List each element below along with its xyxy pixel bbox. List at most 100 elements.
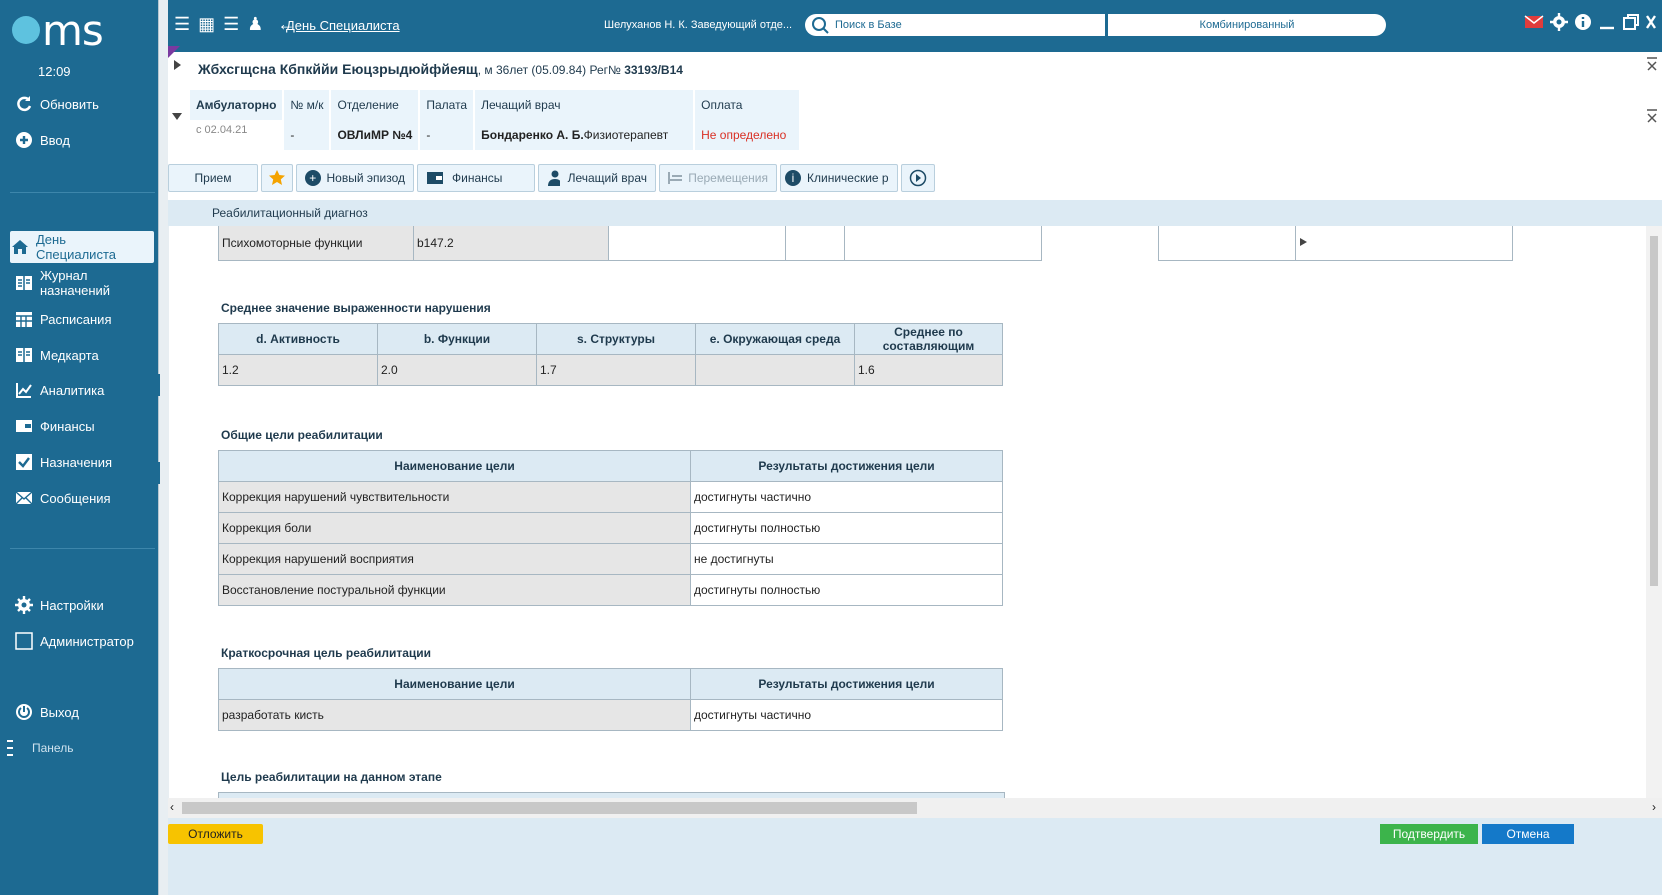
medcard-icon	[14, 345, 34, 365]
finance-icon	[14, 416, 34, 436]
list-icon[interactable]: ☰	[223, 14, 239, 35]
scroll-thumb[interactable]	[1650, 236, 1658, 586]
pin-icon[interactable]	[1646, 56, 1658, 74]
favorite-button[interactable]	[261, 164, 293, 192]
sidebar-item-assignments[interactable]: Назначения	[14, 447, 112, 477]
grid-icon[interactable]: ▦	[198, 14, 215, 35]
general-goals-table: Наименование цели Результаты достижения …	[218, 450, 1003, 606]
table-row: Коррекция нарушений восприятия не достигн…	[218, 543, 1003, 575]
window-controls	[1524, 13, 1656, 31]
footer-bar: Отложить Подтвердить Отмена	[168, 818, 1662, 895]
close-icon[interactable]	[1646, 13, 1656, 31]
star-icon	[269, 170, 285, 185]
mail-icon	[14, 488, 34, 508]
refresh-button[interactable]: Обновить	[14, 89, 99, 119]
new-episode-button[interactable]: + Новый эпизод	[296, 164, 414, 192]
logout-button[interactable]: Выход	[14, 697, 79, 727]
attending-doctor: Бондаренко А. Б.Физиотерапевт	[474, 120, 696, 150]
pin-icon[interactable]	[1646, 108, 1658, 126]
table-row: 1.2 2.0 1.7 1.6	[218, 354, 1003, 386]
expand-triangle-icon[interactable]	[174, 60, 181, 70]
payment-status: Не определено	[694, 120, 802, 150]
postpone-button[interactable]: Отложить	[168, 824, 263, 844]
short-goals-title: Краткосрочная цель реабилитации	[221, 646, 432, 660]
user-icon[interactable]: ♟	[247, 14, 263, 35]
table-row: разработать кисть достигнуты частично	[218, 699, 1003, 731]
vertical-scrollbar[interactable]	[1646, 226, 1662, 798]
finance-icon	[427, 172, 443, 184]
specialist-day-link[interactable]: День Специалиста	[286, 18, 400, 33]
home-icon	[10, 237, 30, 257]
row-expand-cell[interactable]	[1295, 226, 1513, 261]
diagnosis-table: Психомоторные функции b147.2	[218, 226, 1513, 261]
horizontal-scrollbar[interactable]: ‹ ›	[168, 798, 1662, 818]
admin-checkbox[interactable]: Администратор	[14, 626, 134, 656]
sidebar-item-medcard[interactable]: Медкарта	[14, 340, 99, 370]
main-content: Психомоторные функции b147.2 Среднее зна…	[168, 226, 1646, 798]
clock: 12:09	[38, 64, 71, 79]
scroll-left-icon[interactable]: ‹	[170, 800, 174, 814]
settings-button[interactable]: Настройки	[14, 590, 104, 620]
checkbox-empty-icon	[14, 631, 34, 651]
expand-handle[interactable]	[150, 462, 160, 484]
minimize-icon[interactable]	[1598, 13, 1616, 31]
table-row: Коррекция боли достигнуты полностью	[218, 512, 1003, 544]
stage-goal-title: Цель реабилитации на данном этапе	[221, 770, 442, 784]
restore-icon[interactable]	[1622, 13, 1640, 31]
checkbox-icon	[14, 452, 34, 472]
mail-alert-icon[interactable]	[1524, 14, 1544, 30]
scroll-right-icon[interactable]: ›	[1652, 800, 1656, 814]
journal-icon	[14, 273, 34, 293]
avg-title: Среднее значение выраженности нарушения	[221, 301, 491, 315]
sidebar-item-messages[interactable]: Сообщения	[14, 483, 111, 513]
bed-icon	[668, 172, 683, 184]
toolbar: Прием + Новый эпизод Финансы Лечащий врач…	[168, 164, 935, 194]
calendar-icon	[14, 309, 34, 329]
panel-icon	[6, 738, 26, 758]
menu-icon[interactable]: ☰	[174, 14, 190, 35]
plus-circle-icon: +	[305, 170, 321, 186]
mode-label: Амбулаторно	[190, 90, 285, 120]
attending-doctor-button[interactable]: Лечащий врач	[538, 164, 656, 192]
sidebar-item-specialist-day[interactable]: День Специалиста	[10, 231, 154, 263]
collapse-triangle-icon[interactable]	[172, 113, 182, 120]
reception-button[interactable]: Прием	[168, 164, 258, 192]
search-mode-select[interactable]: Комбинированный	[1108, 14, 1386, 36]
info-icon: i	[785, 170, 801, 186]
info-icon[interactable]	[1574, 13, 1592, 31]
cancel-button[interactable]: Отмена	[1482, 824, 1574, 844]
sidebar-item-finance[interactable]: Финансы	[14, 411, 95, 441]
sidebar-item-analytics[interactable]: Аналитика	[14, 375, 104, 405]
table-row: Восстановление постуральной функции дости…	[218, 574, 1003, 606]
short-goals-table: Наименование цели Результаты достижения …	[218, 668, 1003, 731]
search-input[interactable]: Поиск в Базе	[805, 14, 1105, 36]
general-goals-title: Общие цели реабилитации	[221, 428, 383, 442]
panel-button[interactable]: Панель	[7, 733, 73, 763]
input-button[interactable]: Ввод	[14, 125, 70, 155]
current-user: Шелуханов Н. К. Заведующий отде...	[604, 19, 793, 31]
avg-table: d. Активность b. Функции s. Структуры e.…	[218, 323, 1003, 386]
section-header: Реабилитационный диагноз	[168, 200, 1662, 226]
refresh-icon	[14, 94, 34, 114]
movements-button[interactable]: Перемещения	[659, 164, 777, 192]
marker-corner	[168, 46, 180, 58]
doctor-icon	[548, 170, 560, 186]
expand-handle[interactable]	[150, 374, 160, 396]
confirm-button[interactable]: Подтвердить	[1380, 824, 1478, 844]
clinical-button[interactable]: i Клинические р	[780, 164, 898, 192]
sidebar-item-schedules[interactable]: Расписания	[14, 304, 111, 334]
power-icon	[14, 702, 34, 722]
gear-icon[interactable]	[1550, 13, 1568, 31]
patient-info-table: Амбулаторно № м/к Отделение Палата Лечащ…	[190, 90, 802, 150]
patient-name: Жбхсгщсна Кбпкййи Еюцзрыдюйфйеящ, м 36ле…	[198, 61, 683, 77]
play-icon	[1300, 238, 1307, 246]
finances-button[interactable]: Финансы	[417, 164, 535, 192]
sidebar-item-journal[interactable]: Журнал назначений	[14, 267, 120, 299]
table-row: Психомоторные функции b147.2	[218, 226, 1513, 261]
top-icons: ☰ ▦ ☰ ♟ ←	[174, 14, 295, 35]
sidebar: ms 12:09 Обновить Ввод День Специалиста …	[0, 0, 158, 895]
table-row: Коррекция нарушений чувствительности дост…	[218, 481, 1003, 513]
analytics-icon	[14, 380, 34, 400]
more-button[interactable]	[901, 164, 935, 192]
scroll-thumb[interactable]	[182, 802, 917, 814]
